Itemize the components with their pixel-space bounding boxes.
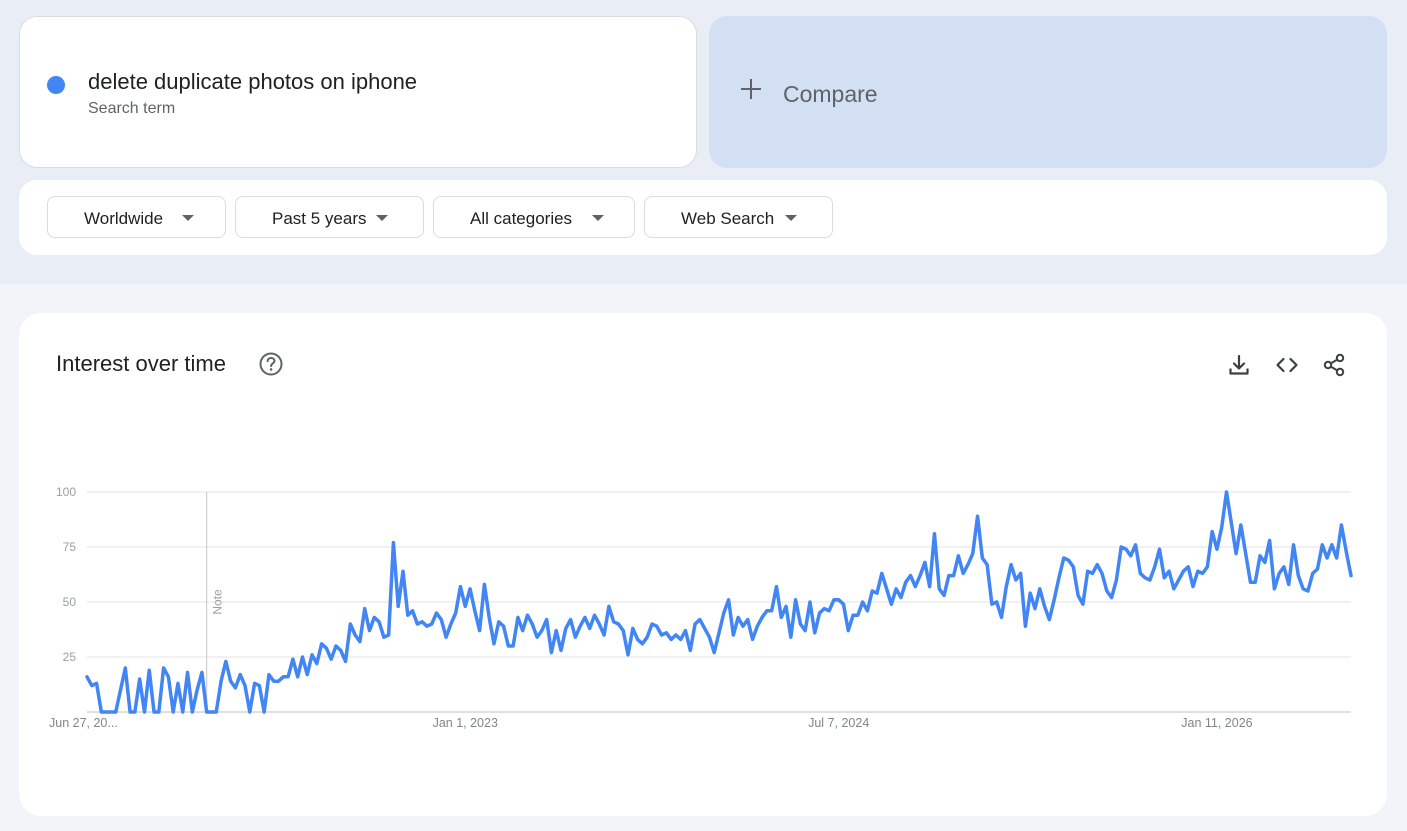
series-color-dot [47, 76, 65, 94]
caret-down-icon [592, 215, 604, 221]
location-filter-label: Worldwide [84, 209, 164, 228]
y-tick-label: 50 [63, 595, 77, 609]
search-term-name[interactable]: delete duplicate photos on iphone [88, 69, 417, 95]
x-tick-label: Jan 11, 2026 [1181, 716, 1252, 730]
filter-bar: Worldwide Past 5 years All categories We… [19, 180, 1387, 255]
caret-down-icon [785, 215, 797, 221]
y-tick-label: 75 [63, 540, 77, 554]
search-type-filter-label: Web Search [681, 209, 775, 228]
time-range-filter-dropdown[interactable]: Past 5 years [235, 196, 424, 238]
x-tick-label: Jul 7, 2024 [808, 716, 869, 730]
compare-button[interactable]: Compare [709, 16, 1387, 168]
compare-label: Compare [783, 81, 878, 107]
category-filter-dropdown[interactable]: All categories [433, 196, 635, 238]
category-filter-label: All categories [470, 209, 573, 228]
search-term-type: Search term [88, 100, 176, 117]
location-filter-dropdown[interactable]: Worldwide [47, 196, 226, 238]
note-annotation-label: Note [211, 589, 225, 615]
search-term-card[interactable]: delete duplicate photos on iphone Search… [19, 16, 697, 168]
y-tick-label: 25 [63, 650, 77, 664]
interest-line-chart: 25 50 75 100 Note Jun 27, 20... Jan 1, 2023 Jul… [49, 485, 1353, 730]
x-tick-label: Jan 1, 2023 [433, 716, 498, 730]
search-type-filter-dropdown[interactable]: Web Search [644, 196, 833, 238]
caret-down-icon [376, 215, 388, 221]
caret-down-icon [182, 215, 194, 221]
interest-over-time-panel: Interest over time 25 50 75 100 Note Jun 27, … [19, 313, 1387, 816]
y-tick-label: 100 [56, 485, 76, 499]
x-tick-label: Jun 27, 20... [49, 716, 118, 730]
plus-icon [740, 78, 762, 100]
time-range-filter-label: Past 5 years [272, 209, 367, 228]
